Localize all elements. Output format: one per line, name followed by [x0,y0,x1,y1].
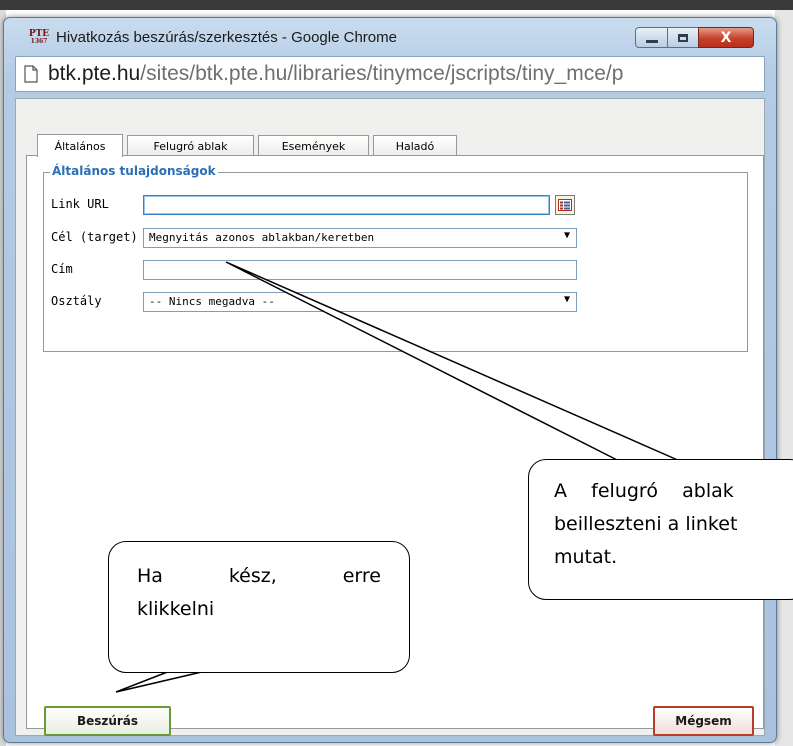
page-icon [24,65,38,83]
fieldset-legend: Általános tulajdonságok [50,164,218,178]
target-label: Cél (target) [51,230,138,244]
app-icon-year: 1367 [30,38,48,45]
callout-word: kész, [228,565,277,587]
link-url-label: Link URL [51,197,109,211]
callout-left-line2: klikkelni [137,598,215,620]
class-label: Osztály [51,294,102,308]
link-url-input[interactable] [143,195,550,215]
title-bar[interactable]: PTE 1367 Hivatkozás beszúrás/szerkesztés… [4,18,776,56]
annotation-callout-right: A felugró ablak beilleszteni a linket mu… [528,459,793,600]
target-select[interactable]: Megnyitás azonos ablakban/keretben ▼ [143,228,577,248]
maximize-icon [678,33,688,42]
callout-right-line1: A felugró ablak [554,475,793,508]
browse-icon[interactable] [555,195,575,215]
class-select[interactable]: -- Nincs megadva -- ▼ [143,292,577,312]
title-input[interactable] [143,260,577,280]
background-page-strip [0,0,793,10]
callout-word: felugró [591,480,658,502]
title-label: Cím [51,262,73,276]
url-path: /sites/btk.pte.hu/libraries/tinymce/jscr… [140,62,624,85]
pte-app-icon: PTE 1367 [28,30,50,46]
dropdown-arrow-icon: ▼ [563,230,570,241]
callout-word: ablak [682,480,734,502]
minimize-icon [645,40,658,43]
close-icon: X [720,29,732,46]
class-select-value: -- Nincs megadva -- [149,295,275,308]
url-text: btk.pte.hu/sites/btk.pte.hu/libraries/ti… [48,62,623,86]
callout-word: erre [342,565,381,587]
tab-felugro-ablak[interactable]: Felugró ablak [127,135,254,156]
callout-word: A [554,480,567,502]
cancel-button[interactable]: Mégsem [653,706,754,736]
tab-altalanos[interactable]: Általános [37,134,123,157]
target-select-value: Megnyitás azonos ablakban/keretben [149,231,375,244]
tab-halado[interactable]: Haladó [373,135,457,156]
maximize-button[interactable] [667,27,699,48]
window-title: Hivatkozás beszúrás/szerkesztés - Google… [56,29,397,46]
callout-right-line3: mutat. [554,546,618,568]
callout-right-line2: beilleszteni a linket [554,513,738,535]
minimize-button[interactable] [635,27,668,48]
insert-button[interactable]: Beszúrás [44,706,171,736]
address-bar[interactable]: btk.pte.hu/sites/btk.pte.hu/libraries/ti… [15,56,765,92]
close-button[interactable]: X [698,27,754,48]
callout-word: Ha [137,565,163,587]
tab-esemenyek[interactable]: Események [258,135,369,156]
dropdown-arrow-icon: ▼ [563,294,570,305]
background-page-right [775,10,793,746]
annotation-callout-left: Ha kész, erre klikkelni [108,541,410,673]
app-icon-text: PTE [28,29,50,39]
list-grid-icon [558,199,572,211]
general-properties-fieldset: Általános tulajdonságok Link URL Cél (ta… [43,164,748,352]
url-host: btk.pte.hu [48,62,141,85]
callout-left-line1: Ha kész, erre [137,560,381,593]
